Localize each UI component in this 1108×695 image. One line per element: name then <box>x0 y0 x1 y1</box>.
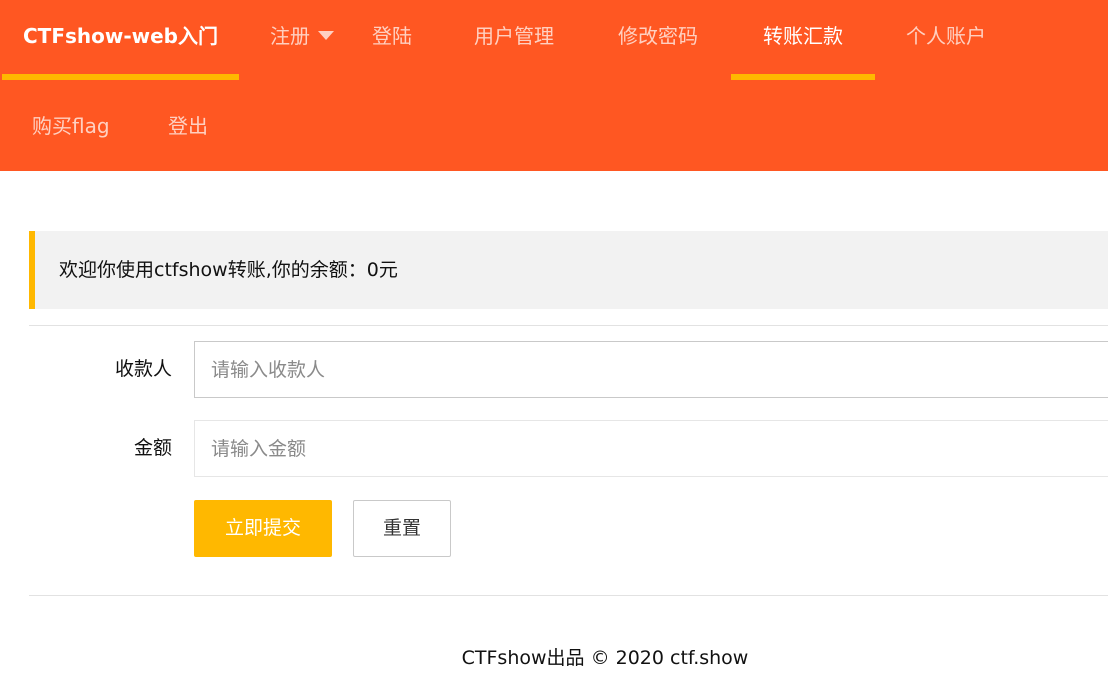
nav-item-transfer[interactable]: 转账汇款 <box>731 0 875 80</box>
amount-label: 金额 <box>133 437 172 459</box>
nav-item-label: 登陆 <box>372 24 412 48</box>
divider-top <box>29 325 1108 326</box>
nav-item-label: 修改密码 <box>618 24 698 48</box>
nav-item-personal-account[interactable]: 个人账户 <box>906 0 986 80</box>
nav-brand[interactable]: CTFshow-web入门 <box>2 0 239 80</box>
reset-button[interactable]: 重置 <box>353 500 451 557</box>
amount-input[interactable] <box>194 420 1108 477</box>
nav-item-label: 用户管理 <box>474 24 554 48</box>
nav-item-label: 登出 <box>168 114 208 138</box>
active-tab-underline <box>731 74 875 80</box>
nav-item-label: 转账汇款 <box>763 24 843 48</box>
payee-input[interactable] <box>194 341 1108 398</box>
nav-brand-label: CTFshow-web入门 <box>23 24 218 48</box>
nav-item-register[interactable]: 注册 <box>270 0 334 80</box>
submit-button[interactable]: 立即提交 <box>194 500 332 557</box>
nav-item-user-management[interactable]: 用户管理 <box>474 0 554 80</box>
balance-notice: 欢迎你使用ctfshow转账,你的余额：0元 <box>29 231 1108 309</box>
nav-item-label: 购买flag <box>32 114 110 138</box>
nav-item-login[interactable]: 登陆 <box>372 0 412 80</box>
nav-item-buy-flag[interactable]: 购买flag <box>32 90 110 170</box>
footer-text: CTFshow出品 © 2020 ctf.show <box>461 647 749 669</box>
caret-down-icon <box>318 31 334 40</box>
nav-item-label: 个人账户 <box>906 24 986 48</box>
divider-bottom <box>29 595 1108 596</box>
brand-underline <box>2 74 239 80</box>
footer: CTFshow出品 © 2020 ctf.show <box>0 640 1108 676</box>
top-navbar: CTFshow-web入门 注册 登陆 用户管理 修改密码 转账汇款 个人账户 … <box>0 0 1108 171</box>
balance-notice-text: 欢迎你使用ctfshow转账,你的余额：0元 <box>59 259 398 281</box>
payee-label: 收款人 <box>114 358 172 380</box>
nav-item-logout[interactable]: 登出 <box>168 90 208 170</box>
nav-item-label: 注册 <box>270 24 310 48</box>
nav-item-change-password[interactable]: 修改密码 <box>618 0 698 80</box>
